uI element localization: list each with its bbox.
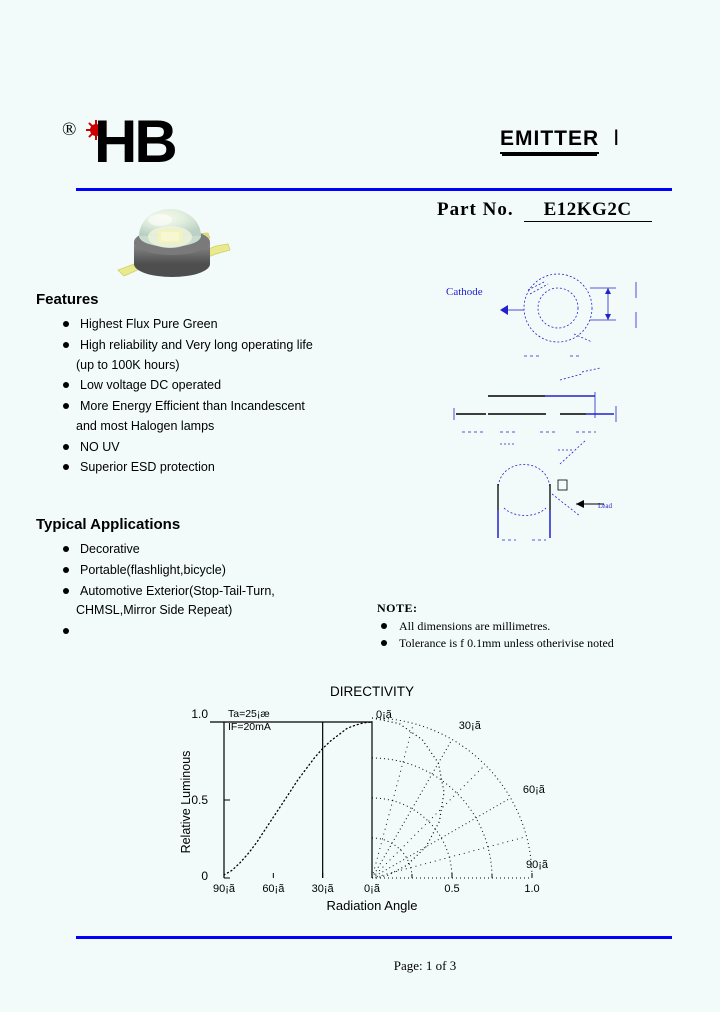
features-heading: Features (36, 291, 99, 308)
cathode-label: Cathode (446, 286, 483, 298)
chart-title: DIRECTIVITY (330, 684, 414, 699)
company-logo: ® HB (62, 112, 242, 178)
registered-trademark-icon: ® (62, 119, 77, 140)
feature-text: High reliability and Very long operating… (80, 337, 313, 352)
list-item: Superior ESD protection (60, 459, 390, 476)
directivity-chart-svg: DIRECTIVITY Relative Luminous Radiation … (179, 684, 549, 913)
list-item: Automotive Exterior(Stop-Tail-Turn, CHMSL… (60, 583, 390, 620)
note-list: All dimensions are millimetres. Toleranc… (377, 618, 697, 653)
svg-text:30¡ã: 30¡ã (312, 883, 335, 895)
header-divider (76, 188, 672, 191)
page-footer: Page: 1 of 3 (0, 958, 720, 974)
feature-text: Highest Flux Pure Green (80, 317, 218, 331)
datasheet-page: ® HB EMITTER Ⅰ Part No. E12KG2C Features… (0, 0, 720, 1012)
application-text-cont: CHMSL,Mirror Side Repeat) (76, 603, 233, 618)
svg-text:30¡ã: 30¡ã (459, 720, 482, 732)
list-item: High reliability and Very long operating… (60, 337, 390, 374)
bullet-icon (63, 382, 69, 389)
note-title: NOTE: (377, 601, 418, 615)
bullet-icon (63, 628, 69, 634)
bullet-icon (63, 321, 69, 327)
list-item: Highest Flux Pure Green (60, 316, 390, 333)
note-text: Tolerance is f 0.1mm unless otherivise n… (399, 636, 614, 651)
features-list: Highest Flux Pure Green High reliability… (60, 316, 390, 480)
svg-text:0.5: 0.5 (444, 883, 459, 895)
bullet-icon (63, 546, 69, 552)
list-item: NO UV (60, 439, 390, 456)
svg-text:1.0: 1.0 (524, 883, 539, 895)
feature-text-cont: and most Halogen lamps (76, 418, 215, 433)
list-item: Portable(flashlight,bicycle) (60, 562, 390, 579)
application-text: Automotive Exterior(Stop-Tail-Turn, (80, 583, 275, 598)
footer-divider (76, 936, 672, 939)
emitter-title: EMITTER Ⅰ (500, 126, 621, 154)
bullet-icon (63, 403, 69, 409)
product-photo (104, 200, 240, 286)
application-text: Portable(flashlight,bicycle) (80, 562, 226, 577)
bullet-icon (381, 640, 387, 647)
feature-text: Low voltage DC operated (80, 378, 222, 393)
logo-wordmark: HB (94, 108, 178, 175)
bullet-icon (63, 566, 69, 573)
bullet-icon (63, 464, 69, 471)
chart-x-axis-label: Radiation Angle (326, 898, 417, 913)
svg-text:90¡ã: 90¡ã (526, 859, 549, 871)
note-text: All dimensions are millimetres. (399, 619, 551, 633)
mechanical-drawings: Cathode Lead (440, 268, 685, 558)
applications-heading: Typical Applications (36, 516, 181, 533)
feature-text-cont: (up to 100K hours) (76, 357, 180, 372)
svg-text:0¡ã: 0¡ã (376, 709, 393, 721)
bullet-icon (63, 341, 69, 348)
chart-condition-if: IF=20mA (228, 721, 271, 733)
chart-condition-ta: Ta=25¡æ (228, 708, 270, 720)
feature-text: Superior ESD protection (80, 460, 215, 475)
svg-text:60¡ã: 60¡ã (523, 784, 546, 796)
feature-text: More Energy Efficient than Incandescent (80, 399, 305, 413)
emitter-title-text: EMITTER (500, 127, 600, 154)
svg-text:0¡ã: 0¡ã (364, 883, 381, 895)
bullet-icon (381, 623, 387, 629)
application-text: Decorative (80, 542, 140, 556)
bullet-icon (63, 587, 69, 594)
part-number-value: E12KG2C (523, 199, 652, 222)
svg-text:0.5: 0.5 (191, 793, 208, 807)
page-number-text: Page: 1 of 3 (393, 958, 457, 973)
svg-text:60¡ã: 60¡ã (262, 883, 285, 895)
applications-list: Decorative Portable(flashlight,bicycle) … (60, 541, 390, 634)
list-item: More Energy Efficient than Incandescent a… (60, 398, 390, 435)
emitter-numeral: Ⅰ (613, 127, 621, 150)
part-number-line: Part No. E12KG2C (437, 199, 652, 222)
list-item: Decorative (60, 541, 390, 558)
note-block: NOTE: All dimensions are millimetres. To… (377, 601, 697, 653)
directivity-chart: DIRECTIVITY Relative Luminous Radiation … (176, 682, 568, 914)
svg-text:90¡ã: 90¡ã (213, 883, 236, 895)
svg-text:0: 0 (201, 869, 208, 883)
list-item: Low voltage DC operated (60, 377, 390, 394)
list-item: All dimensions are millimetres. (377, 618, 697, 635)
svg-text:1.0: 1.0 (191, 707, 208, 721)
drawing-svg: Lead (453, 273, 637, 541)
bullet-icon (63, 443, 69, 450)
list-item: Tolerance is f 0.1mm unless otherivise n… (377, 635, 697, 652)
part-number-label: Part No. (437, 199, 514, 220)
feature-text: NO UV (80, 439, 120, 454)
lead-label: Lead (598, 502, 612, 510)
